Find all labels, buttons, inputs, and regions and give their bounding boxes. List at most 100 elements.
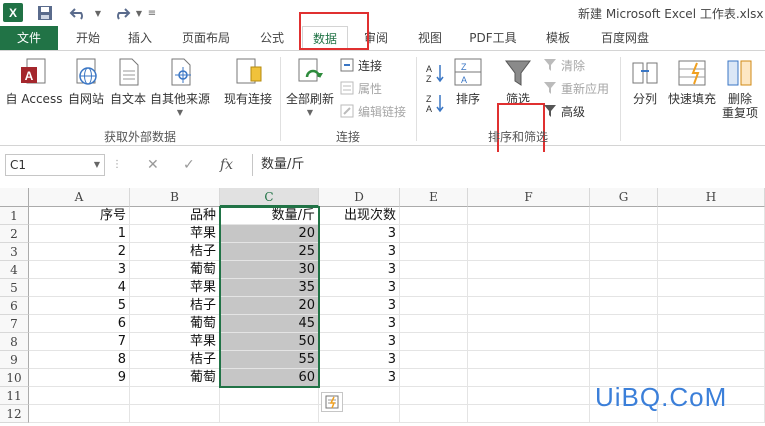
customize-icon[interactable]: ≡ [146,3,158,23]
column-header-c[interactable]: C [220,188,319,207]
select-all-corner[interactable] [0,188,29,207]
cell-f9[interactable] [468,351,590,369]
cell-b6[interactable]: 桔子 [130,297,220,315]
cell-c12[interactable] [220,405,319,423]
cell-d5[interactable]: 3 [319,279,400,297]
cancel-icon[interactable]: ✕ [147,154,159,176]
tab-pdf-tools[interactable]: PDF工具 [460,26,526,50]
name-box[interactable]: C1 ▼ [5,154,105,176]
cell-h5[interactable] [658,279,765,297]
cell-a3[interactable]: 2 [29,243,130,261]
column-header-a[interactable]: A [29,188,130,207]
row-header-4[interactable]: 4 [0,261,29,279]
cell-e8[interactable] [400,333,468,351]
cell-a12[interactable] [29,405,130,423]
cell-e12[interactable] [400,405,468,423]
cell-g3[interactable] [590,243,658,261]
advanced-filter-button[interactable]: 高级 [543,102,585,120]
cell-a1[interactable]: 序号 [29,207,130,225]
edit-links-button[interactable]: 编辑链接 [340,102,406,120]
column-header-g[interactable]: G [590,188,658,207]
text-to-columns-button[interactable]: 分列 [624,57,666,106]
cell-g9[interactable] [590,351,658,369]
cell-c7[interactable]: 45 [220,315,319,333]
cell-a11[interactable] [29,387,130,405]
save-icon[interactable] [34,3,56,23]
column-header-d[interactable]: D [319,188,400,207]
from-text-button[interactable]: 自文本 [107,57,149,106]
cell-d6[interactable]: 3 [319,297,400,315]
cell-a10[interactable]: 9 [29,369,130,387]
cell-e10[interactable] [400,369,468,387]
cell-b4[interactable]: 葡萄 [130,261,220,279]
cell-c6[interactable]: 20 [220,297,319,315]
column-header-f[interactable]: F [468,188,590,207]
cell-b3[interactable]: 桔子 [130,243,220,261]
column-header-h[interactable]: H [658,188,765,207]
cell-b7[interactable]: 葡萄 [130,315,220,333]
cell-f7[interactable] [468,315,590,333]
remove-duplicates-button[interactable]: 删除 重复项 [718,57,762,120]
cell-e2[interactable] [400,225,468,243]
cell-e3[interactable] [400,243,468,261]
cell-b9[interactable]: 桔子 [130,351,220,369]
cell-h2[interactable] [658,225,765,243]
cell-a8[interactable]: 7 [29,333,130,351]
cell-h6[interactable] [658,297,765,315]
undo-icon[interactable] [66,3,92,23]
flash-fill-button[interactable]: 快速填充 [666,57,718,106]
cell-f11[interactable] [468,387,590,405]
refresh-all-button[interactable]: 全部刷新 ▼ [284,57,336,120]
cell-c9[interactable]: 55 [220,351,319,369]
tab-templates[interactable]: 模板 [536,26,580,50]
cell-d4[interactable]: 3 [319,261,400,279]
cell-b1[interactable]: 品种 [130,207,220,225]
redo-dropdown-icon[interactable]: ▼ [134,3,144,23]
cell-c3[interactable]: 25 [220,243,319,261]
cell-b10[interactable]: 葡萄 [130,369,220,387]
quick-analysis-button[interactable] [321,392,343,412]
cell-f3[interactable] [468,243,590,261]
tab-data[interactable]: 数据 [302,26,348,50]
tab-view[interactable]: 视图 [408,26,452,50]
existing-connections-button[interactable]: 现有连接 [220,57,276,106]
cell-g8[interactable] [590,333,658,351]
cell-h9[interactable] [658,351,765,369]
row-header-5[interactable]: 5 [0,279,29,297]
reapply-button[interactable]: 重新应用 [543,79,609,97]
cell-f6[interactable] [468,297,590,315]
cell-e5[interactable] [400,279,468,297]
cell-h4[interactable] [658,261,765,279]
cell-a6[interactable]: 5 [29,297,130,315]
enter-check-icon[interactable]: ✓ [183,154,195,176]
tab-page-layout[interactable]: 页面布局 [172,26,240,50]
cell-g6[interactable] [590,297,658,315]
connections-button[interactable]: 连接 [340,56,382,74]
cell-b11[interactable] [130,387,220,405]
cell-f5[interactable] [468,279,590,297]
cell-c2[interactable]: 20 [220,225,319,243]
tab-review[interactable]: 审阅 [354,26,398,50]
insert-function-icon[interactable]: fx [220,154,233,176]
formula-input[interactable]: 数量/斤 [252,154,765,176]
cell-d10[interactable]: 3 [319,369,400,387]
cell-g5[interactable] [590,279,658,297]
cell-e7[interactable] [400,315,468,333]
properties-button[interactable]: 属性 [340,79,382,97]
sort-ascending-button[interactable]: AZ [424,61,446,85]
from-web-button[interactable]: 自网站 [64,57,108,106]
cell-c11[interactable] [220,387,319,405]
from-other-sources-button[interactable]: 自其他来源 ▼ [149,57,211,120]
sort-button[interactable]: ZA 排序 [448,57,488,106]
row-header-1[interactable]: 1 [0,207,29,225]
tab-home[interactable]: 开始 [66,26,110,50]
cell-e9[interactable] [400,351,468,369]
row-header-3[interactable]: 3 [0,243,29,261]
cell-f12[interactable] [468,405,590,423]
cell-a9[interactable]: 8 [29,351,130,369]
clear-filter-button[interactable]: 清除 [543,56,585,74]
cell-e6[interactable] [400,297,468,315]
tab-baidu-netdisk[interactable]: 百度网盘 [590,26,660,50]
cell-c4[interactable]: 30 [220,261,319,279]
cell-g4[interactable] [590,261,658,279]
